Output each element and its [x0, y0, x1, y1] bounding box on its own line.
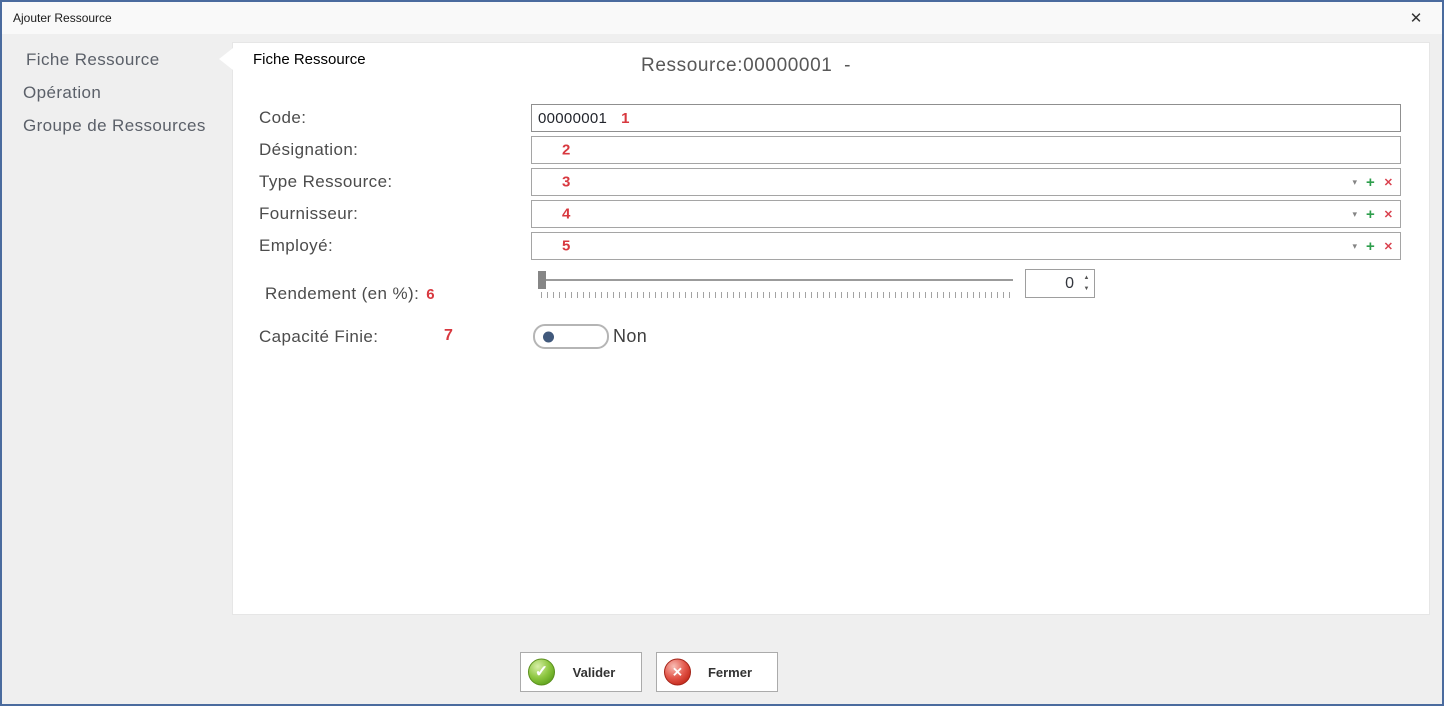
type-ressource-combo-icons: ▾ + ✕: [1352, 169, 1393, 195]
resource-number-header: Ressource:00000001 -: [641, 55, 851, 77]
sidebar-item-groupe-de-ressources[interactable]: Groupe de Ressources: [23, 115, 206, 137]
designation-label: Désignation:: [259, 136, 358, 164]
annotation-6: 6: [426, 286, 435, 303]
type-ressource-label: Type Ressource:: [259, 168, 393, 196]
spinner-down-icon[interactable]: ▼: [1084, 286, 1090, 292]
code-input-content: 00000001 1: [538, 105, 629, 131]
sidebar-item-fiche-ressource[interactable]: Fiche Ressource: [26, 49, 160, 71]
code-value: 00000001: [538, 110, 607, 127]
capacite-finie-toggle[interactable]: [533, 324, 609, 349]
fermer-button[interactable]: ✕ Fermer: [656, 652, 778, 692]
employe-combo-icons: ▾ + ✕: [1352, 233, 1393, 259]
panel-title: Fiche Ressource: [253, 51, 366, 68]
employe-combobox[interactable]: 5 ▾ + ✕: [531, 232, 1401, 260]
fournisseur-combo-icons: ▾ + ✕: [1352, 201, 1393, 227]
dialog-window: Ajouter Ressource ✕ Fiche Ressource Opér…: [0, 0, 1444, 706]
annotation-2: 2: [562, 142, 570, 159]
fournisseur-combobox[interactable]: 4 ▾ + ✕: [531, 200, 1401, 228]
selected-tab-notch: [219, 48, 233, 70]
rendement-label-row: Rendement (en %): 6: [265, 284, 435, 304]
chevron-down-icon[interactable]: ▾: [1352, 177, 1357, 188]
spinner-arrows: ▲ ▼: [1079, 270, 1094, 297]
employe-label: Employé:: [259, 232, 333, 260]
chevron-down-icon[interactable]: ▾: [1352, 209, 1357, 220]
capacite-finie-label: Capacité Finie:: [259, 327, 378, 347]
rendement-spinner[interactable]: 0 ▲ ▼: [1025, 269, 1095, 298]
annotation-4: 4: [562, 206, 570, 223]
rendement-slider[interactable]: [536, 270, 1018, 300]
rendement-value: 0: [1026, 270, 1079, 297]
close-icon[interactable]: ✕: [1405, 8, 1427, 30]
fournisseur-label: Fournisseur:: [259, 200, 358, 228]
slider-ticks: [541, 292, 1013, 298]
add-icon[interactable]: +: [1366, 207, 1375, 222]
annotation-1: 1: [621, 110, 629, 127]
cross-icon: ✕: [664, 659, 691, 686]
main-panel: Fiche Ressource Ressource:00000001 - Cod…: [232, 42, 1430, 615]
code-input[interactable]: 00000001 1: [531, 104, 1401, 132]
type-ressource-combobox[interactable]: 3 ▾ + ✕: [531, 168, 1401, 196]
chevron-down-icon[interactable]: ▾: [1352, 241, 1357, 252]
slider-thumb[interactable]: [538, 271, 546, 289]
annotation-5: 5: [562, 238, 570, 255]
window-title: Ajouter Ressource: [13, 11, 112, 25]
valider-button[interactable]: ✓ Valider: [520, 652, 642, 692]
annotation-3: 3: [562, 174, 570, 191]
rendement-label: Rendement (en %):: [265, 284, 419, 304]
add-icon[interactable]: +: [1366, 175, 1375, 190]
sidebar-item-operation[interactable]: Opération: [23, 82, 101, 104]
title-bar: Ajouter Ressource ✕: [2, 2, 1442, 34]
remove-icon[interactable]: ✕: [1384, 208, 1393, 221]
check-icon: ✓: [528, 659, 555, 686]
remove-icon[interactable]: ✕: [1384, 240, 1393, 253]
annotation-7: 7: [444, 327, 453, 345]
capacite-finie-state: Non: [613, 326, 647, 347]
code-label: Code:: [259, 104, 306, 132]
toggle-dot: [543, 331, 554, 342]
spinner-up-icon[interactable]: ▲: [1084, 275, 1090, 281]
designation-input[interactable]: 2: [531, 136, 1401, 164]
remove-icon[interactable]: ✕: [1384, 176, 1393, 189]
slider-track: [546, 279, 1013, 281]
add-icon[interactable]: +: [1366, 239, 1375, 254]
